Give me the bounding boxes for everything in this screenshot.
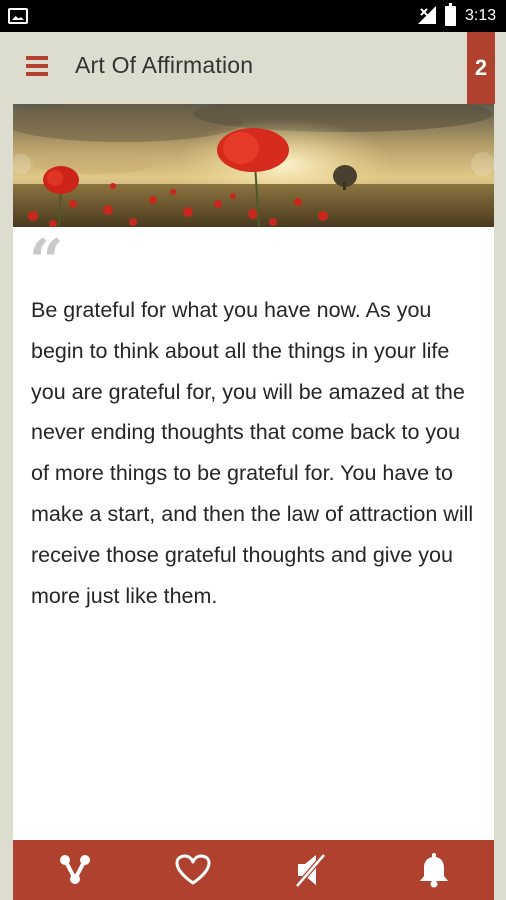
poppy-field-image xyxy=(13,104,494,227)
bottom-action-bar xyxy=(13,840,494,900)
page-number-badge: 2 xyxy=(467,32,495,104)
affirmation-card: “ Be grateful for what you have now. As … xyxy=(13,104,494,840)
menu-icon[interactable] xyxy=(26,56,48,76)
signal-icon xyxy=(418,6,436,24)
image-notification-icon xyxy=(8,8,28,24)
favorite-button[interactable] xyxy=(163,840,223,900)
app-title: Art Of Affirmation xyxy=(75,52,254,78)
sound-toggle-button[interactable] xyxy=(281,840,341,900)
affirmation-text: Be grateful for what you have now. As yo… xyxy=(31,298,474,608)
sound-off-icon xyxy=(295,853,326,888)
share-button[interactable] xyxy=(45,840,105,900)
battery-icon xyxy=(445,3,456,26)
status-time: 3:13 xyxy=(465,7,497,24)
app-bar: Art Of Affirmation 2 xyxy=(0,32,506,104)
notification-button[interactable] xyxy=(404,840,464,900)
heart-icon xyxy=(175,854,211,885)
share-icon xyxy=(60,855,90,884)
status-bar: 3:13 xyxy=(0,0,506,32)
quote-mark-icon: “ xyxy=(29,227,64,297)
bell-icon xyxy=(420,853,448,888)
